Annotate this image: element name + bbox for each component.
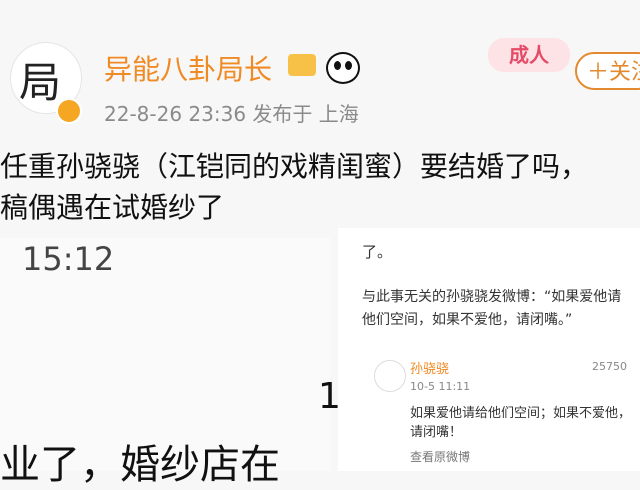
adult-badge: 成人 [488, 38, 570, 72]
embedded-author[interactable]: 孙骁骁 [410, 358, 449, 377]
left-image-time: 15:12 [22, 240, 115, 278]
embedded-count: 25750 [592, 360, 627, 373]
right-text-1: 了。 [362, 243, 393, 261]
follow-button[interactable]: ＋关注 [575, 52, 640, 90]
post-text-line-2: 稿偶遇在试婚纱了 [0, 191, 225, 224]
avatar-glyph: 局 [19, 58, 62, 107]
embedded-time: 10-5 11:11 [410, 380, 471, 393]
post-meta: 22-8-26 23:36 发布于 上海 [104, 102, 359, 126]
panda-icon [326, 52, 360, 84]
embedded-body-line-2: 请闭嘴！ [410, 425, 463, 440]
right-text-3: 他们空间，如果不爱他，请闭嘴。” [362, 312, 573, 328]
crown-icon [288, 54, 316, 76]
left-image-bottom-text: 业了，婚纱店在 [0, 442, 280, 488]
view-original-link[interactable]: 查看原微博 [410, 448, 470, 465]
verified-badge [56, 98, 82, 124]
author-name[interactable]: 异能八卦局长 [104, 48, 272, 88]
right-text-2: 与此事无关的孙骁骁发微博：“如果爱他请 [362, 289, 622, 305]
post-text-line-1: 任重孙骁骁（江铠同的戏精闺蜜）要结婚了吗， [0, 150, 589, 183]
embedded-avatar [374, 360, 406, 392]
embedded-body-line-1: 如果爱他请给他们空间；如果不爱他， [410, 406, 632, 421]
